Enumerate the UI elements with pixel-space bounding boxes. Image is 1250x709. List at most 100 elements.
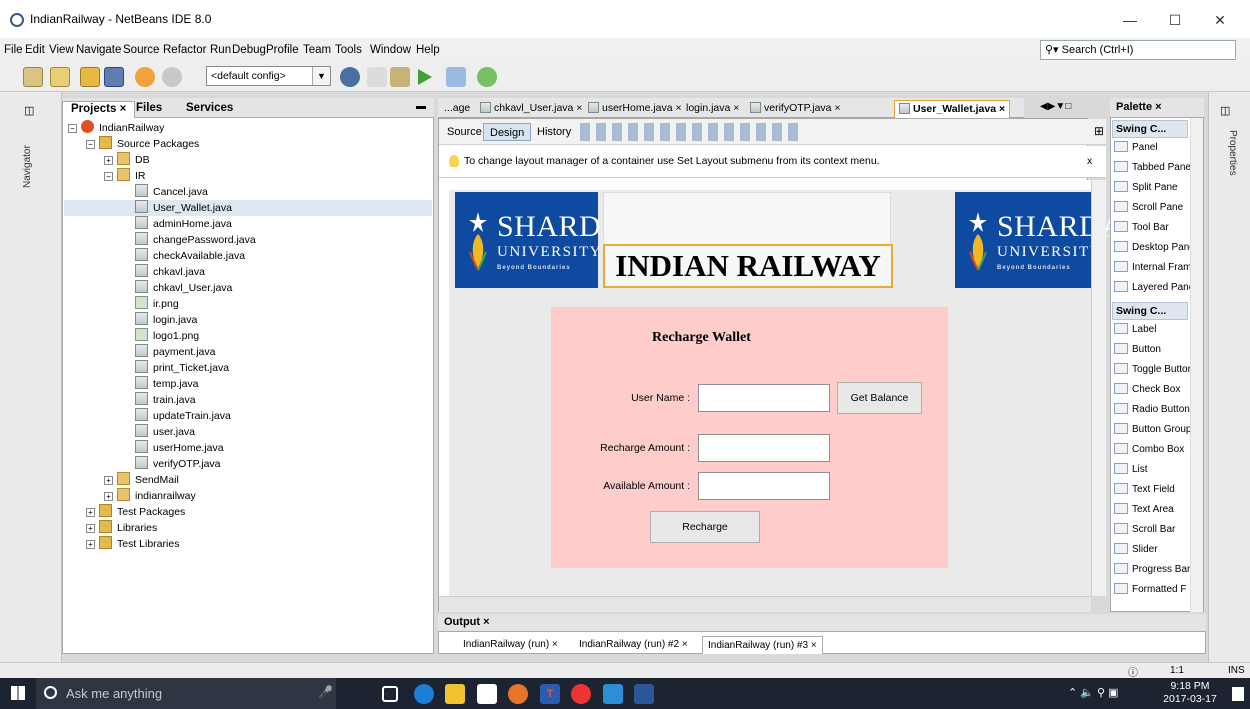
menu-profile[interactable]: Profile [266,44,299,56]
tree-item[interactable]: checkAvailable.java [64,248,432,264]
run-icon[interactable] [418,69,432,85]
store-icon[interactable] [477,684,497,704]
clean-build-icon[interactable] [390,67,410,87]
tree-item[interactable]: + Test Libraries [64,536,432,552]
tab-navigation-icon[interactable]: ◀▶▼□ [1040,101,1071,112]
tab-overflow[interactable]: ...age [440,100,474,118]
tree-item[interactable]: changePassword.java [64,232,432,248]
recharge-amount-field[interactable] [698,434,830,462]
tree-item[interactable]: ir.png [64,296,432,312]
tab-login[interactable]: login.java × [682,100,743,118]
collapse-icon[interactable]: − [68,124,77,133]
palette-item[interactable]: Formatted F [1114,580,1190,600]
design-view-button[interactable]: Design [483,123,532,141]
menu-file[interactable]: File [4,44,23,56]
word-icon[interactable] [634,684,654,704]
hint-close-icon[interactable]: x [1087,155,1092,167]
globe-icon[interactable] [340,67,360,87]
tree-item[interactable]: updateTrain.java [64,408,432,424]
properties-tab[interactable]: Properties [1218,130,1238,190]
hammer-icon[interactable] [367,67,387,87]
tree-item[interactable]: User_Wallet.java [64,200,432,216]
palette-item[interactable]: Split Pane [1114,178,1190,198]
netbeans-taskbar-icon[interactable] [603,684,623,704]
tab-userhome[interactable]: userHome.java × [584,100,686,118]
tab-verifyotp[interactable]: verifyOTP.java × [746,100,845,118]
microphone-icon[interactable]: 🎤 [318,685,333,699]
palette-item[interactable]: Combo Box [1114,440,1190,460]
tree-item[interactable]: userHome.java [64,440,432,456]
tab-output-run-3[interactable]: IndianRailway (run) #3 × [702,636,823,654]
turbo-c-icon[interactable]: T [540,684,560,704]
menu-tools[interactable]: Tools [335,44,362,56]
palette-item[interactable]: Button [1114,340,1190,360]
menu-refactor[interactable]: Refactor [163,44,206,56]
open-project-icon[interactable] [80,67,100,87]
chevron-down-icon[interactable]: ▼ [312,67,330,85]
restore-window-icon[interactable]: ◫ [1220,104,1230,117]
recharge-button[interactable]: Recharge [650,511,760,543]
save-all-icon[interactable] [104,67,124,87]
tree-item[interactable]: − Source Packages [64,136,432,152]
editor-vertical-scrollbar[interactable] [1091,180,1106,596]
indian-railway-heading[interactable]: INDIAN RAILWAY [603,244,893,288]
menu-edit[interactable]: Edit [25,44,45,56]
available-amount-field[interactable] [698,472,830,500]
palette-item[interactable]: Panel [1114,138,1190,158]
tab-files[interactable]: Files [128,101,170,118]
system-tray-icons[interactable]: ⌃ 🔈 ⚲ ▣ [1068,686,1119,699]
palette-item[interactable]: Check Box [1114,380,1190,400]
system-clock[interactable]: 9:18 PM 2017-03-17 [1150,680,1230,708]
tree-item[interactable]: chkavl_User.java [64,280,432,296]
palette-item[interactable]: List [1114,460,1190,480]
palette-item[interactable]: Layered Pane [1114,278,1190,298]
task-view-icon[interactable] [382,686,398,702]
tree-item[interactable]: logo1.png [64,328,432,344]
maximize-button[interactable]: ☐ [1155,8,1195,32]
menu-navigate[interactable]: Navigate [76,44,121,56]
tab-user-wallet[interactable]: User_Wallet.java × [894,100,1011,118]
expand-icon[interactable]: + [104,156,113,165]
editor-horizontal-scrollbar[interactable] [439,596,1091,612]
tab-services[interactable]: Services [178,101,241,118]
tree-item[interactable]: temp.java [64,376,432,392]
tab-chkavl-user[interactable]: chkavl_User.java × [476,100,586,118]
minimize-button[interactable]: — [1110,8,1150,32]
output-title[interactable]: Output × [438,614,1206,632]
tree-item[interactable]: user.java [64,424,432,440]
palette-item[interactable]: Desktop Pane [1114,238,1190,258]
tree-item[interactable]: chkavl.java [64,264,432,280]
palette-item[interactable]: Button Group [1114,420,1190,440]
palette-item[interactable]: Tool Bar [1114,218,1190,238]
minimize-panel-icon[interactable]: ▬ [416,101,426,112]
menu-team[interactable]: Team [303,44,331,56]
tree-item[interactable]: + DB [64,152,432,168]
tree-item[interactable]: + Libraries [64,520,432,536]
new-project-icon[interactable] [50,67,70,87]
palette-item[interactable]: Tabbed Pane [1114,158,1190,178]
debug-icon[interactable] [446,67,466,87]
search-input[interactable]: ⚲▾ Search (Ctrl+I) [1040,40,1236,60]
tree-item[interactable]: + indianrailway [64,488,432,504]
palette-item[interactable]: Slider [1114,540,1190,560]
history-view-button[interactable]: History [531,123,577,141]
menu-debug[interactable]: Debug [232,44,266,56]
tab-output-run-2[interactable]: IndianRailway (run) #2 × [574,636,693,654]
file-explorer-icon[interactable] [445,684,465,704]
expand-icon[interactable]: + [104,492,113,501]
expand-icon[interactable]: + [86,524,95,533]
cortana-search[interactable]: Ask me anything 🎤 [36,678,336,709]
collapse-icon[interactable]: − [104,172,113,181]
tree-item[interactable]: verifyOTP.java [64,456,432,472]
tree-item[interactable]: − IndianRailway [64,120,432,136]
tree-item[interactable]: + Test Packages [64,504,432,520]
palette-item[interactable]: Internal Frame [1114,258,1190,278]
collapse-icon[interactable]: − [86,140,95,149]
menu-run[interactable]: Run [210,44,231,56]
palette-item[interactable]: Text Area [1114,500,1190,520]
palette-item[interactable]: Radio Button [1114,400,1190,420]
menu-view[interactable]: View [49,44,74,56]
undo-icon[interactable] [135,67,155,87]
chrome-icon[interactable] [571,684,591,704]
action-center-icon[interactable] [1232,687,1244,701]
